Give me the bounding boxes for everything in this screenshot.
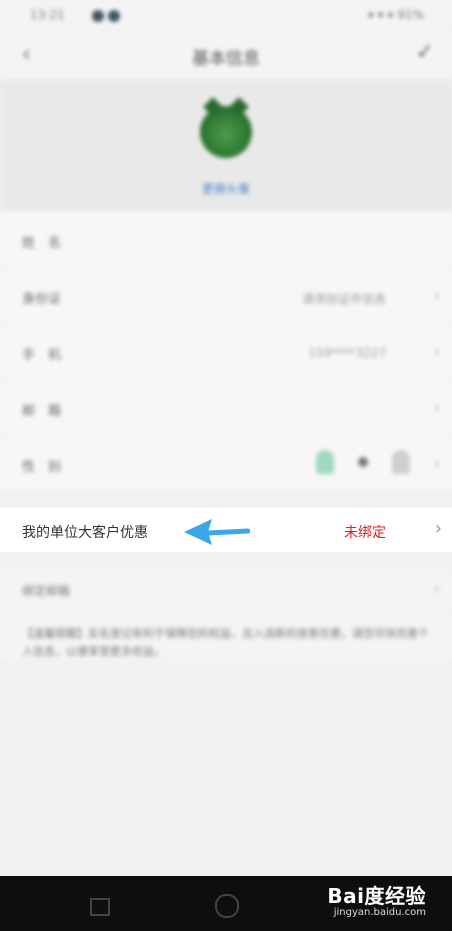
male-icon[interactable] [316, 450, 334, 474]
row-label: 手 机 [22, 348, 62, 363]
chevron-right-icon: › [433, 342, 440, 361]
gender-selector[interactable] [316, 450, 410, 474]
home-icon[interactable] [215, 894, 239, 918]
status-right-icons: ▾ ▾ ▾ 91% [367, 8, 424, 22]
avatar[interactable] [200, 106, 252, 158]
reminder-note: 【温馨提醒】实名登记有利于保障您的权益，且入选新的旅客优惠，请您尽快完善个人信息… [22, 627, 429, 658]
row-label: 邮 箱 [22, 404, 62, 419]
enterprise-discount-label: 我的单位大客户优惠 [22, 525, 148, 541]
row-label: 姓 名 [22, 236, 62, 251]
row-label: 身份证 [22, 292, 62, 307]
arrow-left-icon [184, 519, 250, 545]
watermark-brand-text: Bai度经验 [327, 884, 426, 908]
watermark-url: jingyan.baidu.com [333, 907, 426, 918]
info-list: 姓 名 身份证 请添加证件信息 › 手 机 159****3227 › 邮 箱 … [0, 212, 452, 492]
notification-icons [92, 10, 120, 22]
watermark: Bai度经验 jingyan.baidu.com [327, 880, 426, 918]
chevron-right-icon: › [433, 579, 440, 598]
radio-dot-icon [358, 457, 368, 467]
nav-bar: ‹ 基本信息 ✓ [0, 30, 452, 80]
info-row-id[interactable]: 身份证 请添加证件信息 › [0, 268, 452, 324]
profile-header: 更换头像 [0, 80, 452, 212]
page-title: 基本信息 [192, 49, 260, 69]
info-row-name[interactable]: 姓 名 [0, 212, 452, 268]
female-icon[interactable] [392, 450, 410, 474]
bind-email-row[interactable]: 绑定邮箱 › [0, 570, 452, 609]
chevron-right-icon: › [433, 454, 440, 473]
chevron-right-icon: › [434, 518, 442, 539]
chevron-right-icon: › [433, 286, 440, 305]
chevron-right-icon: › [433, 398, 440, 417]
menu-icon[interactable] [90, 898, 110, 916]
row-value: 请添加证件信息 [301, 292, 386, 306]
info-row-phone[interactable]: 手 机 159****3227 › [0, 324, 452, 380]
row-value: 159****3227 [308, 346, 386, 360]
row-label: 绑定邮箱 [22, 584, 71, 598]
info-row-email[interactable]: 邮 箱 › [0, 380, 452, 436]
status-bar: 13:21 ▾ ▾ ▾ 91% [0, 0, 452, 30]
binding-status: 未绑定 [344, 525, 386, 541]
secondary-section: 绑定邮箱 › 【温馨提醒】实名登记有利于保障您的权益，且入选新的旅客优惠，请您尽… [0, 570, 452, 661]
row-label: 性 别 [22, 460, 62, 475]
change-avatar-link[interactable]: 更换头像 [0, 180, 452, 197]
confirm-icon[interactable]: ✓ [416, 40, 434, 65]
status-time: 13:21 [30, 8, 65, 22]
info-row-gender[interactable]: 性 别 › [0, 436, 452, 492]
watermark-brand: Bai度经验 [327, 880, 426, 909]
